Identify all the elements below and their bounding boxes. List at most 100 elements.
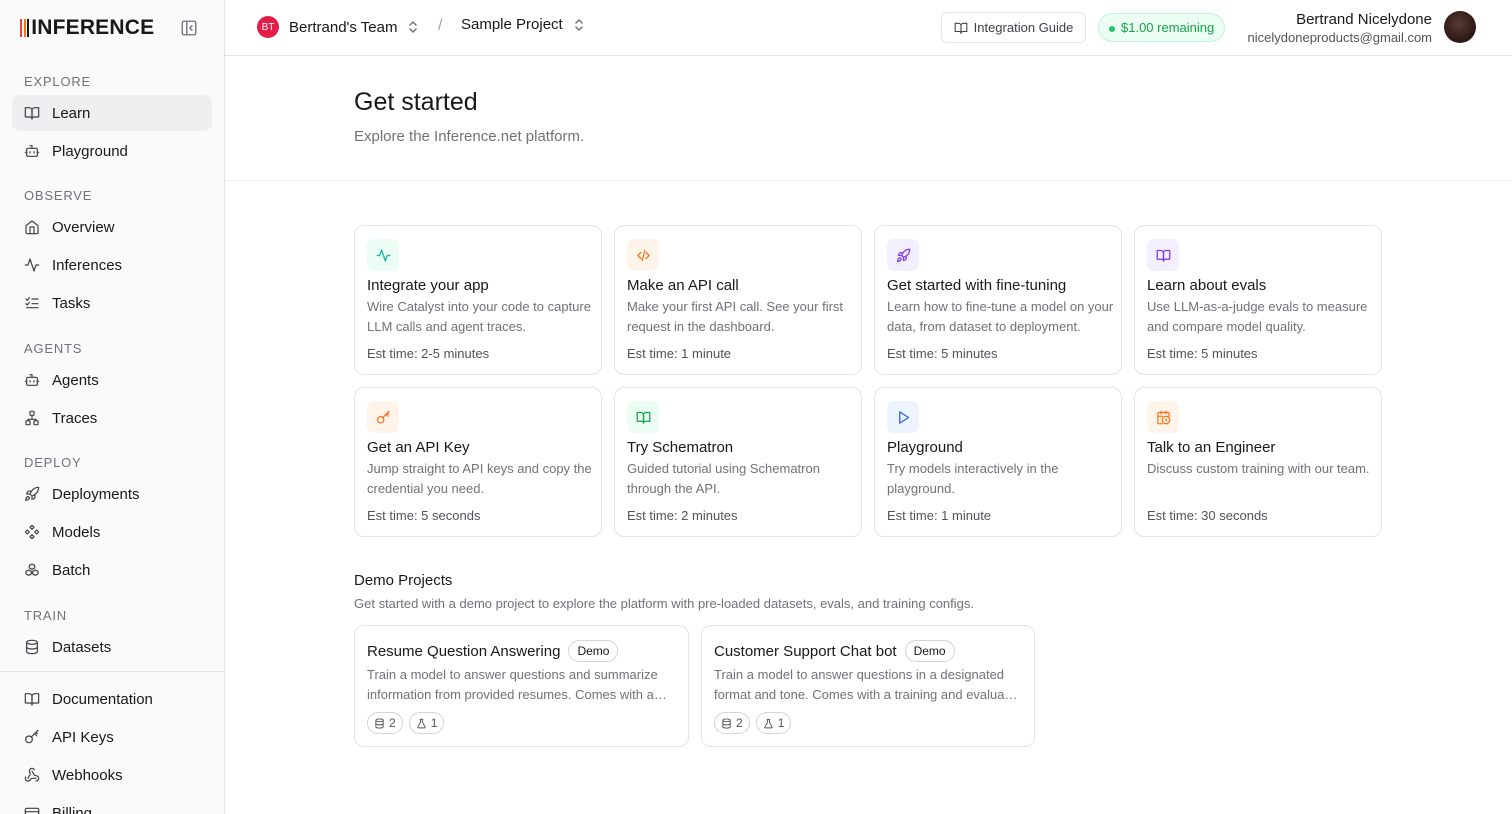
home-icon [24, 219, 40, 235]
sidebar-item-models[interactable]: Models [12, 514, 212, 550]
page-header [225, 56, 1512, 181]
demo-badge: Demo [568, 640, 619, 662]
team-avatar: BT [257, 16, 279, 38]
card-title: Talk to an Engineer [1147, 439, 1276, 456]
card-est-time: Est time: 5 seconds [367, 508, 481, 523]
logo-mark-icon [20, 19, 30, 37]
breadcrumb-separator: / [438, 17, 443, 34]
sidebar-item-learn[interactable]: Learn [12, 95, 212, 131]
integration-guide-button[interactable]: Integration Guide [941, 12, 1086, 43]
dataset-count-pill: 2 [367, 712, 403, 734]
sidebar-item-agents[interactable]: Agents [12, 362, 212, 398]
card-fine-tuning[interactable]: Get started with fine-tuning Learn how t… [874, 225, 1122, 375]
card-title: Try Schematron [627, 439, 734, 456]
user-avatar[interactable] [1444, 11, 1476, 43]
card-description: Use LLM-as-a-judge evals to measure and … [1147, 299, 1368, 334]
sidebar-item-label: Webhooks [52, 766, 123, 784]
demo-badge: Demo [904, 640, 955, 662]
sidebar-item-playground[interactable]: Playground [12, 133, 212, 169]
card-est-time: Est time: 1 minute [887, 508, 992, 523]
sidebar-item-tasks[interactable]: Tasks [12, 285, 212, 321]
book-open-icon [954, 21, 974, 35]
eval-count: 1 [777, 716, 785, 730]
chevrons-up-down-icon [573, 18, 585, 32]
code-icon [627, 239, 659, 271]
bot-icon [24, 372, 40, 388]
sidebar-item-overview[interactable]: Overview [12, 209, 212, 245]
card-description: Wire Catalyst into your code to capture … [367, 299, 591, 334]
sidebar-item-api-keys[interactable]: API Keys [12, 719, 212, 755]
book-open-icon [627, 401, 659, 433]
card-make-api-call[interactable]: Make an API call Make your first API cal… [614, 225, 862, 375]
database-icon [374, 717, 389, 729]
project-switcher[interactable]: Sample Project [461, 16, 585, 33]
list-checks-icon [24, 295, 40, 311]
card-integrate-app[interactable]: Integrate your app Wire Catalyst into yo… [354, 225, 602, 375]
section-agents: AGENTS [24, 341, 83, 356]
bot-icon [24, 143, 40, 159]
card-get-api-key[interactable]: Get an API Key Jump straight to API keys… [354, 387, 602, 537]
sidebar-collapse-icon[interactable] [180, 19, 198, 37]
database-icon [24, 639, 40, 655]
calendar-clock-icon [1147, 401, 1179, 433]
page-subtitle: Explore the Inference.net platform. [354, 128, 585, 145]
card-playground[interactable]: Playground Try models interactively in t… [874, 387, 1122, 537]
card-talk-to-engineer[interactable]: Talk to an Engineer Discuss custom train… [1134, 387, 1382, 537]
sidebar-item-label: Agents [52, 371, 99, 389]
section-observe: OBSERVE [24, 188, 93, 203]
team-switcher[interactable]: BT Bertrand's Team [257, 16, 419, 38]
card-title: Get an API Key [367, 439, 470, 456]
brand-name: INFERENCE [31, 16, 155, 39]
page-title: Get started [354, 88, 478, 116]
sidebar-item-datasets[interactable]: Datasets [12, 629, 212, 665]
sidebar-item-deployments[interactable]: Deployments [12, 476, 212, 512]
sidebar-item-batch[interactable]: Batch [12, 552, 212, 588]
status-dot-icon [1109, 26, 1115, 32]
card-title: Integrate your app [367, 277, 489, 294]
flask-icon [763, 718, 778, 729]
play-icon [887, 401, 919, 433]
card-try-schematron[interactable]: Try Schematron Guided tutorial using Sch… [614, 387, 862, 537]
component-icon [24, 524, 40, 540]
card-description: Jump straight to API keys and copy the c… [367, 461, 592, 496]
sidebar-item-webhooks[interactable]: Webhooks [12, 757, 212, 793]
credit-badge[interactable]: $1.00 remaining [1098, 13, 1226, 42]
card-description: Make your first API call. See your first… [627, 299, 844, 334]
demo-projects-subtitle: Get started with a demo project to explo… [354, 596, 975, 611]
sidebar-item-label: Learn [52, 104, 91, 122]
activity-icon [24, 257, 40, 273]
demo-card-customer-support[interactable]: Customer Support Chat bot Demo Train a m… [701, 625, 1035, 747]
rocket-icon [887, 239, 919, 271]
team-name: Bertrand's Team [289, 18, 398, 36]
card-learn-evals[interactable]: Learn about evals Use LLM-as-a-judge eva… [1134, 225, 1382, 375]
demo-card-resume-qa[interactable]: Resume Question Answering Demo Train a m… [354, 625, 689, 747]
sidebar-divider [0, 671, 224, 672]
sidebar-item-billing[interactable]: Billing [12, 795, 212, 814]
user-info[interactable]: Bertrand Nicelydone nicelydoneproducts@g… [1248, 11, 1432, 46]
sidebar-item-inferences[interactable]: Inferences [12, 247, 212, 283]
sidebar-item-label: Models [52, 523, 101, 541]
user-name: Bertrand Nicelydone [1296, 11, 1432, 28]
book-open-icon [1147, 239, 1179, 271]
sidebar-item-label: Deployments [52, 485, 140, 503]
card-est-time: Est time: 5 minutes [887, 346, 998, 361]
integration-guide-label: Integration Guide [973, 20, 1074, 35]
sidebar-item-label: Documentation [52, 690, 153, 708]
user-email: nicelydoneproducts@gmail.com [1247, 30, 1432, 45]
sidebar-item-documentation[interactable]: Documentation [12, 681, 212, 717]
book-open-icon [24, 691, 40, 707]
dataset-count: 2 [736, 716, 743, 730]
sidebar-item-label: Datasets [52, 638, 112, 656]
key-icon [24, 729, 40, 745]
card-description: Guided tutorial using Schematron through… [627, 461, 820, 496]
card-est-time: Est time: 5 minutes [1147, 346, 1258, 361]
demo-card-description-cont: information from provided resumes. Comes… [367, 687, 667, 702]
sidebar-item-label: Playground [52, 142, 128, 160]
demo-card-description: Train a model to answer questions in a d… [714, 667, 1005, 682]
project-name: Sample Project [461, 16, 563, 33]
sidebar-item-traces[interactable]: Traces [12, 400, 212, 436]
demo-projects-heading: Demo Projects [354, 572, 453, 589]
card-title: Make an API call [627, 277, 739, 294]
brand-logo[interactable]: INFERENCE [20, 16, 155, 39]
demo-card-description-cont: format and tone. Comes with a training a… [714, 687, 1019, 702]
